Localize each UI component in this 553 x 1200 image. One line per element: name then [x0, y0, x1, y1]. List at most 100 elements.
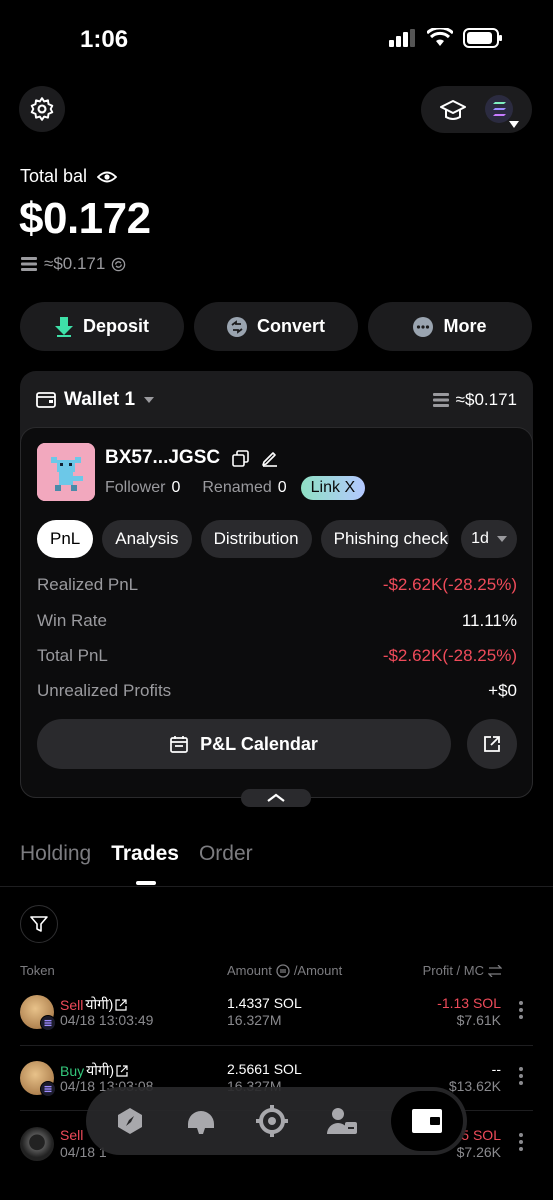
- table-row[interactable]: Sell योगी) 04/18 13:03:49 1.4337 SOL 16.…: [0, 995, 553, 1061]
- trade-side-row: Sell: [60, 1127, 83, 1143]
- stat-value: +$0: [488, 681, 517, 700]
- follower-count: 0: [171, 479, 181, 496]
- wallet-approx: ≈$0.171: [455, 390, 517, 409]
- renamed-count: 0: [277, 479, 287, 496]
- trade-profit: -1.13 SOL: [437, 995, 501, 1011]
- more-button[interactable]: More: [368, 302, 532, 351]
- caret-down-icon: [496, 535, 507, 542]
- external-link-icon[interactable]: [115, 998, 127, 1011]
- solana-mini-icon: [21, 257, 37, 271]
- eye-icon[interactable]: [97, 170, 118, 184]
- solana-badge-icon: [40, 1081, 56, 1097]
- header-amount-label: Amount: [227, 963, 272, 978]
- caret-down-icon: [144, 397, 155, 403]
- trade-mc: $7.26K: [456, 1144, 501, 1160]
- nav-trade[interactable]: [250, 1099, 294, 1143]
- wallet-meta-row: Follower 0 Renamed 0 Link X: [105, 476, 366, 500]
- link-x-button[interactable]: Link X: [300, 476, 366, 500]
- stat-win-rate: Win Rate 11.11%: [37, 611, 517, 631]
- pixel-avatar-icon: [37, 443, 95, 501]
- solana-badge-icon: [40, 1015, 56, 1031]
- refresh-icon[interactable]: [111, 257, 126, 272]
- wallet-name: Wallet 1: [64, 389, 136, 410]
- convert-label: Convert: [256, 316, 325, 336]
- tab-order[interactable]: Order: [199, 842, 253, 866]
- convert-button[interactable]: Convert: [194, 302, 358, 351]
- share-button[interactable]: [467, 719, 517, 769]
- copy-icon[interactable]: [232, 449, 249, 467]
- chevron-up-icon: [267, 793, 285, 802]
- nav-discover[interactable]: [108, 1099, 152, 1143]
- swap-circle-icon[interactable]: [276, 963, 290, 978]
- academy-button[interactable]: [437, 94, 469, 126]
- graduation-cap-icon: [439, 99, 466, 120]
- tab-pnl[interactable]: PnL: [37, 520, 94, 558]
- trade-side: Sell: [60, 996, 84, 1013]
- trade-profit: 5 SOL: [461, 1127, 501, 1143]
- pnl-calendar-button[interactable]: P&L Calendar: [37, 719, 451, 769]
- tab-analysis[interactable]: Analysis: [102, 520, 192, 558]
- tab-phishing-check[interactable]: Phishing check: [320, 520, 449, 558]
- row-more-icon[interactable]: [519, 1001, 525, 1019]
- more-label: More: [443, 316, 487, 336]
- tab-trades[interactable]: Trades: [111, 842, 179, 866]
- more-dots-icon: [413, 316, 434, 337]
- settings-button[interactable]: [19, 86, 65, 132]
- balance-approx-row: ≈$0.171: [20, 254, 126, 274]
- deposit-button[interactable]: Deposit: [20, 302, 184, 351]
- trade-amount-tokens: 16.327M: [227, 1012, 282, 1028]
- row-more-icon[interactable]: [519, 1067, 525, 1085]
- share-external-icon: [484, 736, 500, 752]
- gear-icon: [30, 97, 54, 121]
- pnl-calendar-label: P&L Calendar: [200, 733, 318, 754]
- wallet-icon: [36, 392, 56, 408]
- users-icon: [327, 1108, 358, 1134]
- section-tabs: Holding Trades Order: [20, 842, 253, 866]
- nav-meme[interactable]: [179, 1099, 223, 1143]
- tab-distribution[interactable]: Distribution: [200, 520, 312, 558]
- wallet-selector[interactable]: Wallet 1: [36, 389, 155, 411]
- range-label: 1d: [471, 530, 489, 547]
- switch-arrows-icon[interactable]: [488, 964, 502, 977]
- range-selector[interactable]: 1d: [461, 520, 517, 558]
- wallet-avatar: [37, 443, 95, 501]
- header-profit: Profit / MC: [423, 963, 502, 978]
- wallet-nav-icon: [412, 1109, 442, 1133]
- header-token: Token: [20, 963, 55, 978]
- stat-label: Total PnL: [37, 646, 108, 665]
- deposit-arrow-icon: [54, 316, 73, 337]
- stat-unrealized: Unrealized Profits +$0: [37, 681, 517, 701]
- follower-label: Follower: [105, 479, 166, 496]
- active-tab-indicator: [136, 881, 156, 885]
- total-balance-label-row: Total bal: [20, 166, 118, 187]
- row-more-icon[interactable]: [519, 1133, 525, 1151]
- compass-icon: [118, 1108, 142, 1134]
- signal-icon: [389, 29, 415, 47]
- trade-amount: 2.5661 SOL: [227, 1061, 302, 1077]
- tab-holding[interactable]: Holding: [20, 842, 91, 866]
- solana-mini-icon: [432, 393, 449, 407]
- renamed-label: Renamed: [202, 479, 272, 496]
- filter-button[interactable]: [20, 905, 58, 943]
- stat-label: Unrealized Profits: [37, 681, 172, 700]
- row-divider: [20, 1045, 533, 1046]
- stat-label: Win Rate: [37, 611, 107, 630]
- nav-copy-trade[interactable]: [320, 1099, 364, 1143]
- header-profit-label: Profit / MC: [422, 963, 484, 978]
- edit-pencil-icon[interactable]: [261, 449, 279, 467]
- stat-realized-pnl: Realized PnL -$2.62K(-28.25%): [37, 575, 517, 595]
- wifi-icon: [427, 28, 453, 46]
- nav-wallet[interactable]: [391, 1091, 463, 1151]
- header-amount2-label: /Amount: [293, 963, 343, 978]
- stat-value: -$2.62K(-28.25%): [382, 646, 517, 665]
- status-icons: [389, 28, 503, 48]
- bottom-nav: [86, 1087, 467, 1155]
- wallet-tabs: PnL Analysis Distribution Phishing check: [37, 520, 449, 558]
- top-right-actions: [421, 86, 532, 133]
- trade-side: Sell: [60, 1127, 84, 1143]
- network-selector[interactable]: [484, 94, 520, 128]
- collapse-handle[interactable]: [241, 789, 311, 807]
- filter-icon: [30, 916, 48, 932]
- caret-down-icon: [509, 120, 520, 128]
- external-link-icon[interactable]: [116, 1064, 128, 1077]
